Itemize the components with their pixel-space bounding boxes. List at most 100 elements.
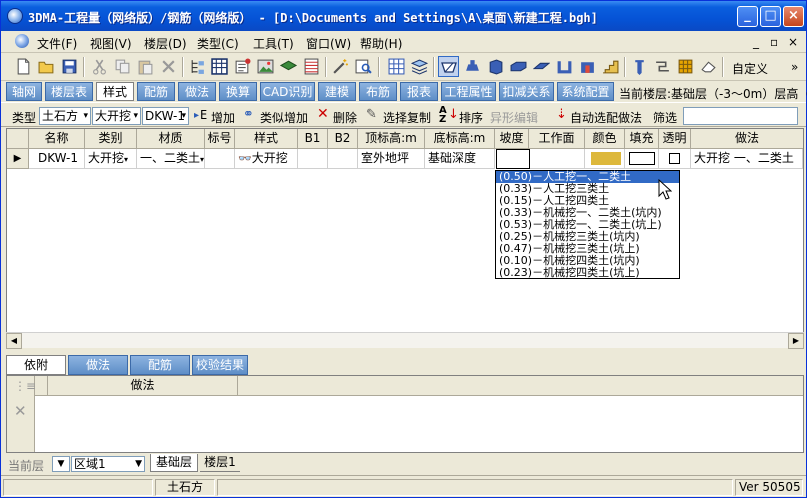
column-header-style[interactable]: 样式 — [235, 129, 298, 149]
open-folder-icon[interactable] — [38, 58, 55, 75]
cell-method[interactable]: 大开挖 一、二类土 — [691, 149, 803, 169]
maximize-button[interactable]: □ — [760, 6, 781, 27]
find-icon[interactable] — [355, 58, 372, 75]
magic-wand-icon[interactable] — [332, 58, 349, 75]
tab-floor-table[interactable]: 楼层表 — [45, 82, 93, 101]
cell-b1[interactable] — [298, 149, 328, 169]
cell-material[interactable]: 一、二类土▾ — [137, 149, 205, 169]
add-button[interactable]: ▸ E 增加 — [194, 106, 240, 125]
tab-rebar-layout[interactable]: 布筋 — [359, 82, 397, 101]
cell-grade[interactable] — [205, 149, 235, 169]
menu-help[interactable]: 帮助(H) — [360, 35, 402, 52]
filter-input[interactable] — [683, 107, 798, 125]
beam-icon[interactable] — [510, 58, 527, 75]
table-icon[interactable] — [211, 58, 228, 75]
column-header-color[interactable]: 颜色 — [585, 129, 625, 149]
document-icon[interactable] — [15, 34, 29, 48]
tab-modeling[interactable]: 建模 — [318, 82, 356, 101]
column-header-b1[interactable]: B1 — [298, 129, 328, 149]
cell-bottom-elevation[interactable]: 基础深度 — [425, 149, 495, 169]
column-header-grade[interactable]: 标号 — [205, 129, 235, 149]
toolbar-overflow-button[interactable]: » — [791, 60, 798, 74]
close-button[interactable]: × — [783, 6, 804, 27]
column-header-fill[interactable]: 填充 — [625, 129, 659, 149]
tab-axis-grid[interactable]: 轴网 — [6, 82, 42, 101]
pile-icon[interactable] — [631, 58, 648, 75]
tab-method[interactable]: 做法 — [178, 82, 216, 101]
grid-icon[interactable] — [388, 58, 405, 75]
grid-horizontal-scrollbar[interactable]: ◀ ▶ — [6, 332, 804, 349]
type-select[interactable]: 土石方 ▾ — [39, 107, 91, 125]
tab-conversion[interactable]: 换算 — [219, 82, 257, 101]
column-header-b2[interactable]: B2 — [328, 129, 358, 149]
column-header-workface[interactable]: 工作面 — [529, 129, 585, 149]
table-row[interactable]: DKW-1 大开挖▾ 一、二类土▾ 👓大开挖 室外地坪 基础深度 大开挖 一、二… — [7, 149, 803, 169]
scroll-right-button[interactable]: ▶ — [788, 333, 804, 349]
remove-row-icon[interactable]: ✕ — [14, 402, 27, 420]
menu-floor[interactable]: 楼层(D) — [144, 35, 187, 52]
wall-icon[interactable] — [556, 58, 573, 75]
slope-option[interactable]: (0.23)－机械挖四类土(坑上) — [496, 267, 679, 279]
paste-icon[interactable] — [137, 58, 154, 75]
tab-project-properties[interactable]: 工程属性 — [441, 82, 496, 101]
floor-dropdown-button[interactable]: ▼ — [52, 456, 70, 472]
column-header-bottom-elevation[interactable]: 底标高:m — [425, 129, 495, 149]
cell-b2[interactable] — [328, 149, 358, 169]
cell-color[interactable] — [585, 149, 625, 169]
menu-view[interactable]: 视图(V) — [90, 35, 132, 52]
cell-transparent[interactable] — [659, 149, 691, 169]
properties-icon[interactable] — [234, 58, 251, 75]
minimize-button[interactable]: _ — [737, 6, 758, 27]
title-bar[interactable]: 3DMA-工程量（网络版）/钢筋（网络版） - [D:\Documents an… — [1, 1, 806, 31]
similar-add-button[interactable]: ⚭ 类似增加 — [243, 106, 313, 125]
menu-window[interactable]: 窗口(W) — [306, 35, 351, 52]
customize-button[interactable]: 自定义 — [732, 60, 768, 77]
cell-workface[interactable] — [530, 149, 585, 169]
app-logo-icon[interactable] — [7, 8, 23, 24]
cell-category[interactable]: 大开挖▾ — [85, 149, 137, 169]
tab-detail-method[interactable]: 做法 — [68, 355, 128, 375]
cell-fill[interactable] — [625, 149, 659, 169]
mdi-restore-button[interactable]: ▫ — [770, 35, 778, 49]
auto-method-button[interactable]: ⇣ 自动选配做法 — [556, 106, 648, 125]
code-select[interactable]: DKW-1 ▾ — [142, 107, 189, 125]
tab-validation-result[interactable]: 校验结果 — [192, 355, 248, 375]
rebar-table-icon[interactable] — [303, 58, 320, 75]
column-header-name[interactable]: 名称 — [29, 129, 85, 149]
menu-tools[interactable]: 工具(T) — [253, 35, 294, 52]
column-header-category[interactable]: 类别 — [85, 129, 137, 149]
tab-cad-recognition[interactable]: CAD识别 — [260, 82, 315, 101]
region-select[interactable]: 区域1 ▼ — [71, 456, 145, 472]
slope-dropdown-list[interactable]: (0.50)－人工挖一、二类土 (0.33)－人工挖三类土 (0.15)－人工挖… — [495, 170, 680, 279]
tab-detail-rebar[interactable]: 配筋 — [130, 355, 190, 375]
layer-icon[interactable] — [280, 58, 297, 75]
menu-file[interactable]: 文件(F) — [37, 35, 77, 52]
tab-deduction-rules[interactable]: 扣减关系 — [499, 82, 554, 101]
new-file-icon[interactable] — [15, 58, 32, 75]
cell-top-elevation[interactable]: 室外地坪 — [358, 149, 425, 169]
slab-icon[interactable] — [533, 58, 550, 75]
sort-button[interactable]: AZ ↓ 排序 — [439, 106, 485, 126]
transparent-checkbox[interactable] — [669, 153, 680, 164]
opening-icon[interactable] — [579, 58, 596, 75]
select-copy-button[interactable]: ✎ 选择复制 — [366, 106, 436, 125]
tab-attach[interactable]: 依附 — [6, 355, 66, 375]
column-header-material[interactable]: 材质 — [137, 129, 205, 149]
mdi-minimize-button[interactable]: _ — [753, 35, 759, 49]
tab-style[interactable]: 样式 — [96, 82, 134, 101]
copy-icon[interactable] — [114, 58, 131, 75]
column-header-top-elevation[interactable]: 顶标高:m — [358, 129, 425, 149]
cell-style[interactable]: 👓大开挖 — [235, 149, 298, 169]
earthwork-tool-active[interactable] — [438, 56, 459, 77]
tree-view-icon[interactable] — [189, 58, 206, 75]
shape-edit-button[interactable]: 异形编辑 — [490, 109, 538, 126]
image-icon[interactable] — [257, 58, 274, 75]
column-header-slope[interactable]: 坡度 — [495, 129, 529, 149]
detail-column-method[interactable]: 做法 — [48, 376, 238, 395]
foundation-icon[interactable] — [464, 58, 481, 75]
insert-row-icon[interactable]: ⋮≡ — [14, 379, 36, 393]
rebar-icon[interactable] — [654, 58, 671, 75]
subtype-select[interactable]: 大开挖 ▾ — [92, 107, 141, 125]
cell-slope-editor[interactable] — [496, 149, 530, 169]
tab-rebar-config[interactable]: 配筋 — [137, 82, 175, 101]
